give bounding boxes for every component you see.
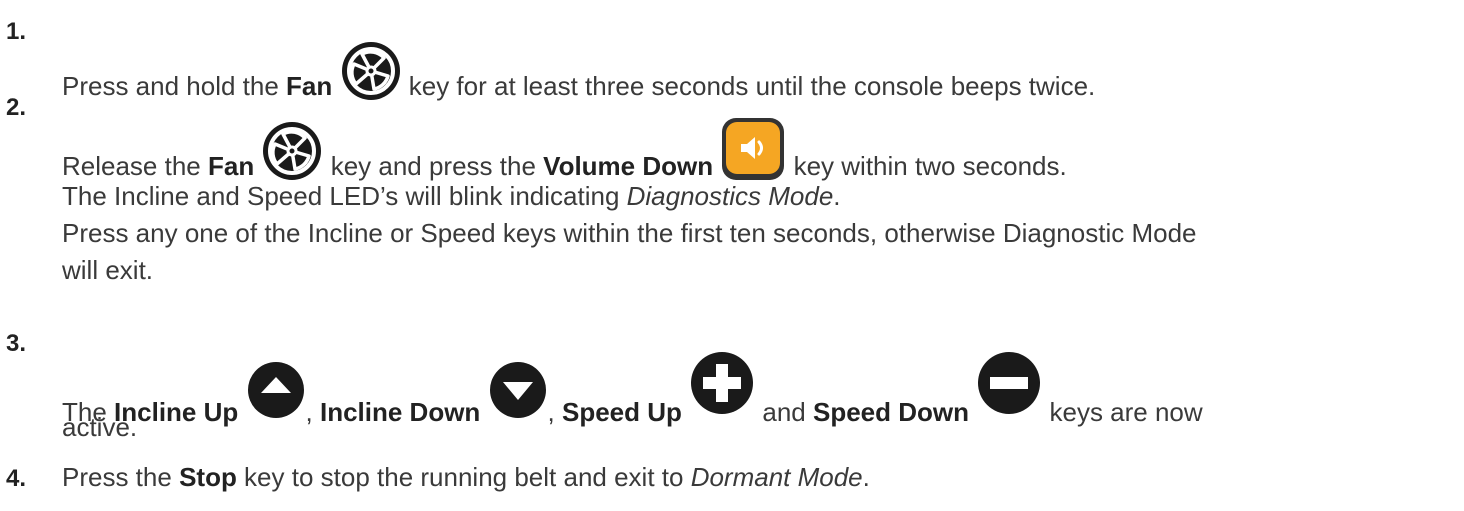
speed-down-key-label: Speed Down [813,397,970,427]
step-3-text-c: , [547,397,562,427]
step-4-text-a: Press the [62,462,180,492]
step-2-line-2-a: The Incline and Speed LED’s will blink i… [62,181,627,211]
step-2-line-4: will exit. [62,255,154,285]
step-2-line-3: Press any one of the Incline or Speed ke… [62,218,1197,248]
speed-up-icon [689,350,755,416]
fan-key-label-2: Fan [207,151,255,181]
step-2-line-2: The Incline and Speed LED’s will blink i… [62,181,841,212]
step-number-2: 2. [6,94,27,121]
incline-up-icon [246,360,306,420]
step-1-text-a: Press and hold the [62,71,287,101]
speed-down-icon [976,350,1042,416]
step-2-text: Release the Fan key and press the Volume… [62,116,1067,182]
fan-icon [340,40,402,102]
step-number-4: 4. [6,465,27,492]
volume-down-key-label: Volume Down [543,151,714,181]
step-4-text: Press the Stop key to stop the running b… [62,462,870,493]
step-2-text-c: key within two seconds. [793,151,1067,181]
step-3-text: The Incline Up , Incline Down , Speed Up… [62,352,1203,428]
incline-down-key-label: Incline Down [319,397,481,427]
step-3-text-b: , [305,397,320,427]
step-1-text: Press and hold the Fan key for at least … [62,40,1095,102]
step-2-text-a: Release the [62,151,208,181]
step-2-text-b: key and press the [330,151,544,181]
step-number-1: 1. [6,18,27,45]
incline-down-icon [488,360,548,420]
step-3-line-2: active. [62,412,138,442]
speed-up-key-label: Speed Up [562,397,682,427]
diagnostics-mode-label: Diagnostics Mode [626,181,834,211]
step-2-line-2-b: . [833,181,841,211]
step-4-text-c: . [862,462,870,492]
dormant-mode-label: Dormant Mode [690,462,863,492]
volume-down-icon [720,116,786,182]
step-4-text-b: key to stop the running belt and exit to [236,462,691,492]
stop-key-label: Stop [179,462,237,492]
step-1-text-b: key for at least three seconds until the… [408,71,1096,101]
step-number-3: 3. [6,330,27,357]
fan-key-label: Fan [286,71,333,101]
fan-icon [261,120,323,182]
step-3-text-d: and [762,397,813,427]
step-3-text-e: keys are now [1049,397,1203,427]
